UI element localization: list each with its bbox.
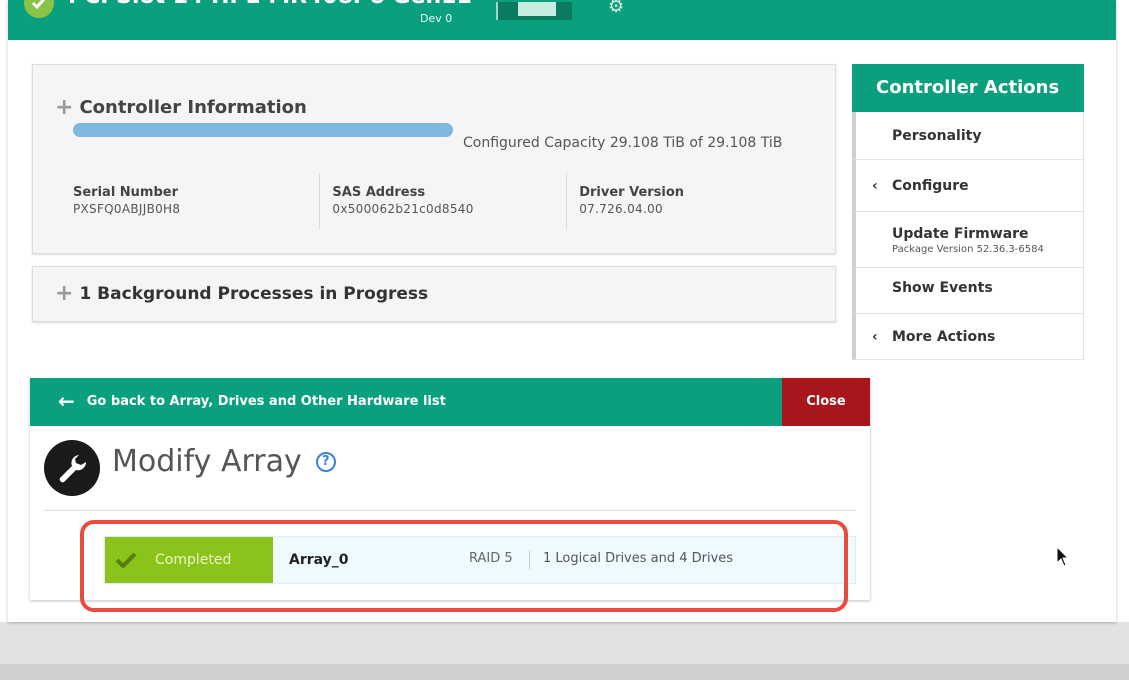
- action-label: Update Firmware: [892, 226, 1029, 242]
- capacity-text: Configured Capacity 29.108 TiB of 29.108…: [463, 135, 783, 151]
- action-label: Show Events: [892, 280, 993, 296]
- controller-image-board: [518, 2, 556, 16]
- plug-icon: ⚙: [608, 0, 625, 17]
- expand-icon[interactable]: +: [55, 95, 73, 120]
- field-label: Driver Version: [579, 185, 685, 200]
- action-configure[interactable]: ‹ Configure: [852, 160, 1084, 212]
- arrow-left-icon: ←: [58, 389, 75, 413]
- panel-title: Modify Array ?: [112, 444, 336, 479]
- divider: [44, 510, 856, 511]
- status-ok-icon: [24, 0, 54, 18]
- help-icon[interactable]: ?: [315, 451, 336, 472]
- package-version: Package Version 52.36.3-6584: [892, 244, 1044, 255]
- controller-information-card: + Controller Information Configured Capa…: [32, 64, 836, 254]
- controller-title: PCI Slot 14 HPE MR408i-o Gen11: [68, 0, 472, 9]
- capacity-progress-bar: [73, 123, 453, 137]
- field-label: SAS Address: [332, 185, 426, 200]
- controller-image: [496, 2, 572, 20]
- back-link-label: Go back to Array, Drives and Other Hardw…: [86, 393, 446, 409]
- field-value: 0x500062b21c0d8540: [332, 202, 474, 216]
- controller-actions-heading: Controller Actions: [852, 64, 1084, 112]
- action-label: Configure: [892, 178, 969, 194]
- background-processes-heading[interactable]: + 1 Background Processes in Progress: [55, 281, 428, 306]
- field-label: Serial Number: [73, 185, 179, 200]
- expand-icon[interactable]: +: [55, 281, 73, 306]
- close-button[interactable]: Close: [782, 378, 870, 426]
- sas-address-field: SAS Address 0x500062b21c0d8540: [319, 173, 566, 229]
- driver-version-field: Driver Version 07.726.04.00: [566, 173, 813, 229]
- action-more-actions[interactable]: ‹ More Actions: [852, 314, 1084, 360]
- bottom-strip: [0, 664, 1129, 680]
- chevron-left-icon: ‹: [872, 329, 878, 345]
- page-header: PCI Slot 14 HPE MR408i-o Gen11 Dev 0 ⚙: [8, 0, 1116, 40]
- wrench-icon: [44, 440, 100, 496]
- highlight-annotation: [80, 520, 848, 612]
- background-processes-label: 1 Background Processes in Progress: [79, 283, 429, 304]
- controller-information-label: Controller Information: [79, 97, 307, 118]
- action-label: More Actions: [892, 329, 996, 345]
- chevron-left-icon: ‹: [872, 178, 878, 194]
- action-show-events[interactable]: Show Events: [852, 268, 1084, 314]
- controller-information-heading[interactable]: + Controller Information: [55, 95, 307, 120]
- modify-array-title: Modify Array: [112, 444, 302, 479]
- panel-nav-bar: ← Go back to Array, Drives and Other Har…: [30, 378, 870, 426]
- field-value: PXSFQ0ABJJB0H8: [73, 202, 181, 216]
- back-link[interactable]: ← Go back to Array, Drives and Other Har…: [58, 389, 446, 413]
- controller-subtitle: Dev 0: [420, 12, 453, 25]
- controller-actions-panel: Controller Actions Personality Managemen…: [852, 64, 1084, 360]
- controller-fields: Serial Number PXSFQ0ABJJB0H8 SAS Address…: [73, 173, 813, 229]
- action-personality-management[interactable]: Personality Management: [852, 112, 1084, 192]
- mouse-cursor-icon: [1056, 545, 1070, 572]
- field-value: 07.726.04.00: [579, 202, 663, 216]
- action-update-firmware[interactable]: Update Firmware Package Version 52.36.3-…: [852, 212, 1084, 268]
- serial-number-field: Serial Number PXSFQ0ABJJB0H8: [73, 173, 319, 229]
- background-processes-card[interactable]: + 1 Background Processes in Progress: [32, 266, 836, 322]
- taskbar-area: [0, 622, 1129, 680]
